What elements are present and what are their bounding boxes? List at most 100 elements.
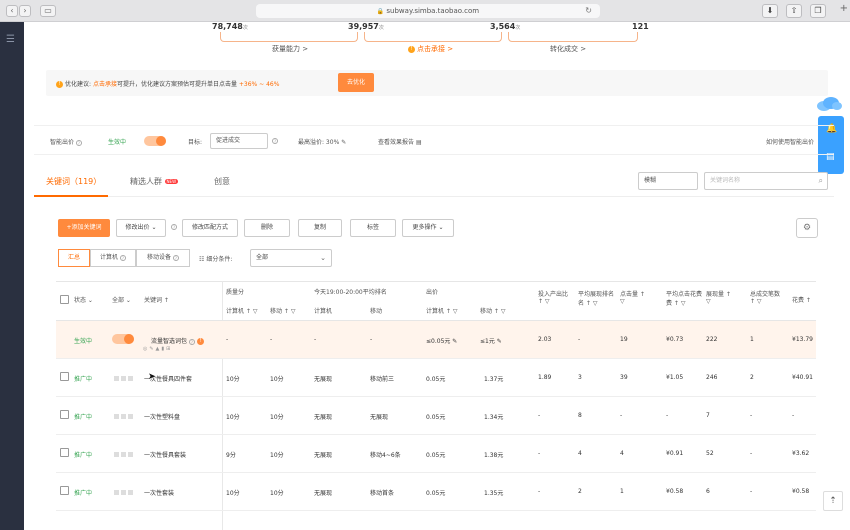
goal-label: 目标: xyxy=(188,139,203,146)
gear-icon[interactable]: ⚙ xyxy=(796,218,818,238)
funnel-stage-acquire[interactable]: 获量能力 > xyxy=(272,44,308,54)
row-checkbox[interactable] xyxy=(60,410,69,419)
row-keyword[interactable]: 流量智选词包 ? ! xyxy=(151,336,206,345)
row-quality-mobile: 10分 xyxy=(270,490,284,497)
header-deals[interactable]: 总成交笔数 ↑ ▽ xyxy=(750,289,780,305)
add-keyword-button[interactable]: +添加关键词 xyxy=(58,219,110,237)
tag-button[interactable]: 标签 xyxy=(350,219,396,237)
optimize-button[interactable]: 去优化 xyxy=(338,73,374,92)
row-bid-pc[interactable]: 0.05元 xyxy=(426,374,445,383)
funnel-stage-click[interactable]: ! 点击承接 > xyxy=(408,44,453,54)
split-condition-select[interactable]: 全部 ⌄ xyxy=(250,249,332,267)
sidebar-toggle-icon[interactable]: ▭ xyxy=(40,5,56,17)
header-keyword[interactable]: 关键词 ↑ xyxy=(144,295,169,304)
row-roi: - xyxy=(538,450,541,457)
row-tool-icons[interactable]: ◎✎▲▮⊞ xyxy=(143,346,172,352)
modify-match-button[interactable]: 修改匹配方式 xyxy=(182,219,238,237)
row-cpc: ¥1.05 xyxy=(666,374,684,381)
row-toggle[interactable] xyxy=(112,334,134,344)
row-bid-pc[interactable]: 0.05元 xyxy=(426,412,445,421)
row-keyword[interactable]: 一次性餐具套装 xyxy=(144,450,186,459)
copy-button[interactable]: 复制 xyxy=(298,219,342,237)
row-status-squares xyxy=(114,489,135,497)
header-avg-cpc[interactable]: 平均点击花费费 ↑ ▽ xyxy=(666,289,702,307)
delete-button[interactable]: 删除 xyxy=(244,219,290,237)
seg-mobile[interactable]: 移动设备 ? xyxy=(136,249,190,267)
row-clicks: 1 xyxy=(620,488,624,495)
row-bid-mobile[interactable]: 1.35元 xyxy=(484,488,503,497)
header-bid-pc[interactable]: 计算机 ↑ ▽ xyxy=(426,306,457,315)
table-top-border xyxy=(56,281,816,282)
row-rank-mobile: 移动前三 xyxy=(370,376,395,383)
header-status[interactable]: 状态 ⌄ xyxy=(74,295,93,304)
row-bid-pc[interactable]: ≤0.05元 ✎ xyxy=(426,336,457,345)
tab-crowd[interactable]: 精选人群 NEW xyxy=(130,176,179,187)
seg-pc[interactable]: 计算机 ? xyxy=(90,249,136,267)
header-avg-rank[interactable]: 平均展现排名名 ↑ ▽ xyxy=(578,289,614,307)
help-icon[interactable]: ? xyxy=(75,139,82,146)
search-icon[interactable]: ⌕ xyxy=(819,173,823,189)
header-quality-pc[interactable]: 计算机 ↑ ▽ xyxy=(226,306,257,315)
header-cost[interactable]: 花费 ↑ xyxy=(792,295,811,304)
row-keyword[interactable]: 一次性塑料盘 xyxy=(144,412,180,421)
header-bid: 出价 xyxy=(426,289,439,296)
row-checkbox[interactable] xyxy=(60,372,69,381)
row-rank-pc: 无展现 xyxy=(314,490,333,497)
row-bid-mobile[interactable]: 1.34元 xyxy=(484,412,503,421)
row-bid-pc[interactable]: 0.05元 xyxy=(426,488,445,497)
funnel-stage-convert[interactable]: 转化成交 > xyxy=(550,44,586,54)
share-icon[interactable]: ⇧ xyxy=(786,4,802,18)
row-impressions: 52 xyxy=(706,450,714,457)
cloud-icon[interactable] xyxy=(815,96,843,112)
smart-bid-toggle[interactable] xyxy=(144,136,166,146)
effect-report-link[interactable]: 查看效果报告 ▤ xyxy=(378,137,422,146)
suggestion-link[interactable]: 点击承接 xyxy=(93,81,117,88)
row-keyword[interactable]: 一次性套装 xyxy=(144,488,174,497)
more-actions-button[interactable]: 更多操作 ⌄ xyxy=(402,219,454,237)
edit-icon[interactable]: ✎ xyxy=(341,139,346,146)
header-roi[interactable]: 投入产出比 ↑ ▽ xyxy=(538,289,568,305)
row-checkbox[interactable] xyxy=(60,486,69,495)
new-badge: NEW xyxy=(164,179,179,184)
smart-bid-help-link[interactable]: 如何使用智能出价 xyxy=(766,137,814,146)
tab-keywords[interactable]: 关键词（119） xyxy=(46,176,101,187)
goal-help-icon[interactable]: ? xyxy=(272,137,278,144)
download-icon[interactable]: ⬇ xyxy=(762,4,778,18)
forward-button[interactable]: › xyxy=(19,5,31,17)
goal-select[interactable]: 促进成交 xyxy=(210,133,268,149)
table-row: 推广中 一次性塑料盘 10分 10分 无展现 无展现 0.05元 1.34元 -… xyxy=(56,397,816,435)
new-tab-icon[interactable]: + xyxy=(840,3,848,14)
header-rank: 今天19:00-20:00平均排名 xyxy=(314,289,387,296)
header-bid-mobile[interactable]: 移动 ↑ ▽ xyxy=(480,306,505,315)
header-quality-mobile[interactable]: 移动 ↑ ▽ xyxy=(270,306,295,315)
match-mode-select[interactable]: 模糊 xyxy=(638,172,698,190)
row-rank-pc: 无展现 xyxy=(314,452,333,459)
row-bid-mobile[interactable]: 1.37元 xyxy=(484,374,503,383)
reload-icon[interactable]: ↻ xyxy=(585,4,592,18)
table-row: 推广中 一次性餐具四件套 10分 10分 无展现 移动前三 0.05元 1.37… xyxy=(56,359,816,397)
row-checkbox[interactable] xyxy=(60,448,69,457)
address-bar[interactable]: 🔒 subway.simba.taobao.com ↻ xyxy=(256,4,600,18)
row-clicks: 19 xyxy=(620,336,628,343)
row-cpc: ¥0.73 xyxy=(666,336,684,343)
row-impressions: 6 xyxy=(706,488,710,495)
header-impressions[interactable]: 展现量 ↑ ▽ xyxy=(706,289,731,305)
tabs-icon[interactable]: ❐ xyxy=(810,4,826,18)
scroll-to-top-icon[interactable]: ⇡ xyxy=(823,491,843,511)
menu-icon[interactable]: ☰ xyxy=(6,34,15,45)
keyword-search-input[interactable]: 关键词名称 ⌕ xyxy=(704,172,828,190)
row-bid-pc[interactable]: 0.05元 xyxy=(426,450,445,459)
row-bid-mobile[interactable]: ≤1元 ✎ xyxy=(480,336,502,345)
funnel-bracket-2 xyxy=(364,32,502,42)
row-rank-mobile: 移动首条 xyxy=(370,490,395,497)
header-all[interactable]: 全部 ⌄ xyxy=(112,295,131,304)
select-all-checkbox[interactable] xyxy=(60,295,69,304)
modify-bid-button[interactable]: 修改出价 ⌄ xyxy=(116,219,166,237)
row-bid-mobile[interactable]: 1.38元 xyxy=(484,450,503,459)
seg-summary[interactable]: 汇总 xyxy=(58,249,90,267)
tab-creative[interactable]: 创意 xyxy=(214,176,230,187)
back-button[interactable]: ‹ xyxy=(6,5,18,17)
modify-bid-help-icon[interactable]: ? xyxy=(168,219,180,237)
header-clicks[interactable]: 点击量 ↑ ▽ xyxy=(620,289,645,305)
optimization-suggestion: ! 优化建议: 点击承接可提升，优化建议方案预估可提升单日点击量 +36% ~ 4… xyxy=(46,70,828,96)
